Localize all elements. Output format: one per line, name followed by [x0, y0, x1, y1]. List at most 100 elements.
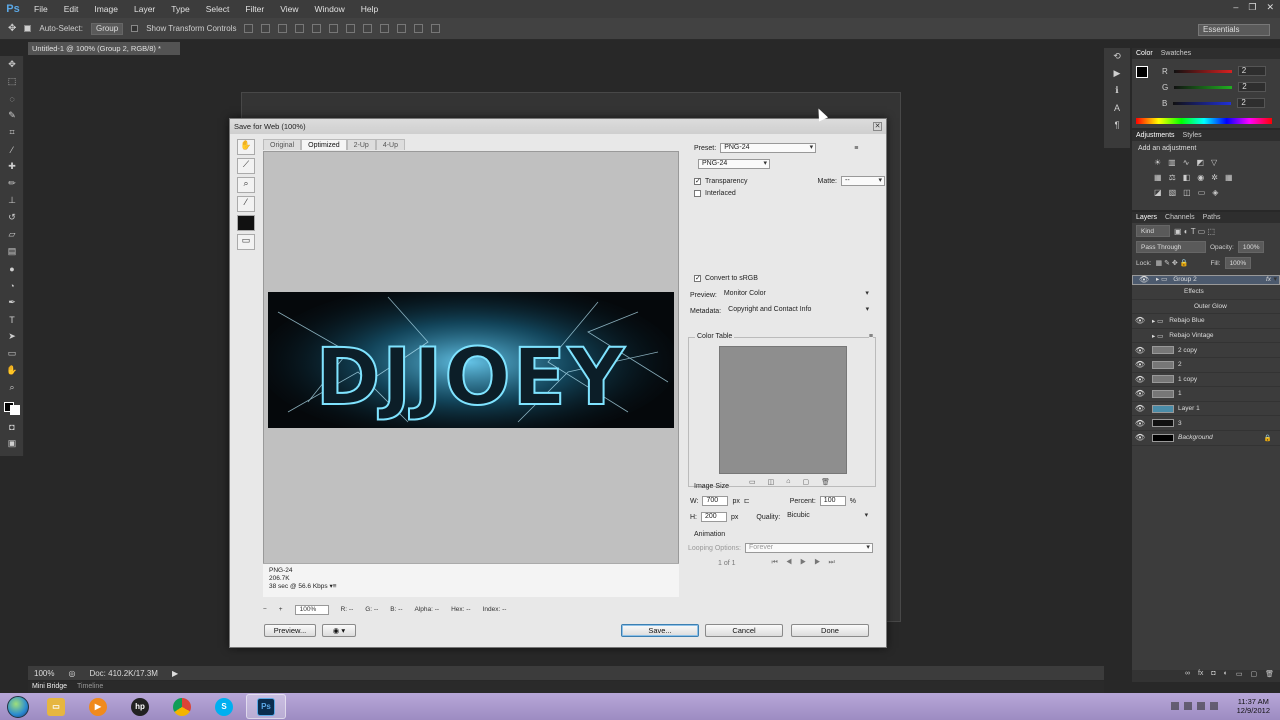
- menu-filter[interactable]: Filter: [237, 4, 272, 14]
- blur-icon[interactable]: ●: [0, 260, 24, 277]
- save-button[interactable]: Save...: [621, 624, 699, 637]
- selective-color-icon[interactable]: ◈: [1212, 188, 1218, 197]
- tab-timeline[interactable]: Timeline: [77, 681, 103, 693]
- tab-layers[interactable]: Layers: [1136, 212, 1157, 223]
- visibility-eye-icon[interactable]: 👁: [1132, 375, 1148, 384]
- delete-color-icon[interactable]: 🗑: [821, 478, 830, 486]
- mask-icon[interactable]: ◘: [1211, 670, 1215, 682]
- paragraph-icon[interactable]: ¶: [1104, 116, 1130, 133]
- eraser-icon[interactable]: ▱: [0, 226, 24, 243]
- arrow-right-icon[interactable]: ▶: [172, 669, 178, 678]
- done-button[interactable]: Done: [791, 624, 869, 637]
- pen-icon[interactable]: ✒: [0, 294, 24, 311]
- lock-icons[interactable]: ▦ ✎ ✥ 🔒: [1156, 259, 1189, 267]
- link-icon[interactable]: ∞: [1185, 670, 1190, 682]
- folder-icon[interactable]: ▭: [1236, 670, 1243, 682]
- start-button[interactable]: [0, 693, 36, 720]
- zoom-icon[interactable]: ⌕: [237, 177, 255, 193]
- layer-row-effects[interactable]: Effects: [1132, 285, 1280, 300]
- history-brush-icon[interactable]: ↺: [0, 209, 24, 226]
- adjustment-icon[interactable]: ◐: [1224, 670, 1228, 682]
- foreground-color[interactable]: [1136, 66, 1148, 78]
- taskbar-media-player[interactable]: ▶: [78, 694, 118, 719]
- move-tool-icon[interactable]: ✥: [8, 23, 16, 34]
- path-select-icon[interactable]: ➤: [0, 328, 24, 345]
- zoom-in-icon[interactable]: +: [279, 606, 283, 613]
- visibility-eye-icon[interactable]: 👁: [1132, 346, 1148, 355]
- tab-channels[interactable]: Channels: [1165, 212, 1195, 223]
- menu-type[interactable]: Type: [163, 4, 197, 14]
- tab-optimized[interactable]: Optimized: [301, 139, 347, 150]
- visibility-eye-icon[interactable]: 👁: [1132, 433, 1148, 442]
- auto-select-checkbox[interactable]: [24, 25, 32, 32]
- visibility-eye-icon[interactable]: 👁: [1132, 419, 1148, 428]
- exposure-icon[interactable]: ◩: [1196, 158, 1204, 167]
- looping-dropdown[interactable]: Forever: [744, 543, 873, 553]
- tab-paths[interactable]: Paths: [1203, 212, 1221, 223]
- visibility-eye-icon[interactable]: 👁: [1132, 389, 1148, 398]
- trash-icon[interactable]: 🗑: [1265, 670, 1274, 682]
- layer-row-background[interactable]: 👁 Background 🔒: [1132, 431, 1280, 446]
- clock[interactable]: 11:37 AM 12/9/2012: [1237, 697, 1270, 715]
- map-color-icon[interactable]: ▭: [749, 478, 756, 486]
- file-format-dropdown[interactable]: PNG-24: [698, 159, 770, 169]
- color-spectrum-bar[interactable]: [1136, 118, 1272, 124]
- color-table-menu-icon[interactable]: ≡: [868, 333, 873, 340]
- dodge-icon[interactable]: ◔: [0, 277, 24, 294]
- interlaced-checkbox[interactable]: [694, 190, 701, 197]
- color-balance-icon[interactable]: ⚖: [1169, 173, 1176, 182]
- visibility-eye-icon[interactable]: 👁: [1136, 276, 1152, 284]
- minimize-icon[interactable]: –: [1233, 2, 1238, 13]
- quick-mask-icon[interactable]: ◘: [0, 418, 24, 435]
- transparency-checkbox[interactable]: [694, 177, 701, 185]
- zoom-level[interactable]: 100%: [34, 669, 54, 678]
- menu-window[interactable]: Window: [306, 4, 352, 14]
- align-left-icon[interactable]: [295, 24, 305, 33]
- align-middle-icon[interactable]: [261, 24, 271, 33]
- history-icon[interactable]: ⟲: [1104, 48, 1130, 65]
- red-value[interactable]: 2: [1237, 66, 1266, 76]
- show-transform-checkbox[interactable]: [131, 25, 139, 32]
- distribute-middle-icon[interactable]: [363, 24, 373, 33]
- animation-controls-icon[interactable]: ⏮◀▶▶⏭: [772, 559, 843, 567]
- new-color-icon[interactable]: ▢: [802, 478, 809, 486]
- tray-flag-icon[interactable]: [1184, 702, 1192, 710]
- distribute-left-icon[interactable]: [397, 24, 407, 33]
- hue-icon[interactable]: ▦: [1154, 173, 1162, 182]
- visibility-eye-icon[interactable]: 👁: [1132, 360, 1148, 369]
- stamp-icon[interactable]: ⊥: [0, 192, 24, 209]
- toggle-slices-icon[interactable]: ▭: [237, 234, 255, 250]
- gradient-icon[interactable]: ▤: [0, 243, 24, 260]
- tab-2-up[interactable]: 2-Up: [346, 139, 376, 150]
- brightness-icon[interactable]: ☀: [1154, 158, 1161, 167]
- vibrance-icon[interactable]: ▽: [1211, 158, 1217, 167]
- levels-icon[interactable]: ▥: [1168, 158, 1176, 167]
- align-top-icon[interactable]: [244, 24, 254, 33]
- hand-icon[interactable]: ✋: [0, 362, 24, 379]
- marquee-icon[interactable]: ⬚: [0, 73, 24, 90]
- constrain-link-icon[interactable]: ⊏: [744, 497, 750, 505]
- network-icon[interactable]: [1197, 702, 1205, 710]
- tab-4-up[interactable]: 4-Up: [375, 139, 406, 150]
- fill-input[interactable]: 100%: [1224, 257, 1252, 269]
- fx-icon[interactable]: fx: [1198, 670, 1203, 682]
- channel-mixer-icon[interactable]: ✲: [1211, 173, 1218, 182]
- document-tab[interactable]: Untitled-1 @ 100% (Group 2, RGB/8) *: [28, 42, 180, 55]
- new-layer-icon[interactable]: ▢: [1250, 670, 1257, 682]
- zoom-dropdown[interactable]: 100%: [294, 604, 329, 615]
- move-icon[interactable]: ✥: [0, 56, 24, 73]
- lasso-icon[interactable]: ◌: [0, 90, 24, 107]
- color-lookup-icon[interactable]: ▦: [1225, 173, 1233, 182]
- photo-filter-icon[interactable]: ◉: [1197, 173, 1204, 182]
- tab-mini-bridge[interactable]: Mini Bridge: [32, 681, 67, 693]
- filter-icons[interactable]: ▣ ◐ T ▭ ⬚: [1174, 227, 1215, 236]
- lock-color-icon[interactable]: ⌂: [786, 478, 790, 486]
- visibility-eye-icon[interactable]: 👁: [1132, 404, 1148, 413]
- align-center-icon[interactable]: [312, 24, 322, 33]
- actions-icon[interactable]: ▶: [1104, 65, 1130, 82]
- browser-select-button[interactable]: ◉ ▾: [322, 624, 356, 637]
- menu-file[interactable]: File: [26, 4, 56, 14]
- close-icon[interactable]: ✕: [1266, 2, 1274, 13]
- green-value[interactable]: 2: [1238, 82, 1267, 92]
- volume-icon[interactable]: [1210, 702, 1218, 710]
